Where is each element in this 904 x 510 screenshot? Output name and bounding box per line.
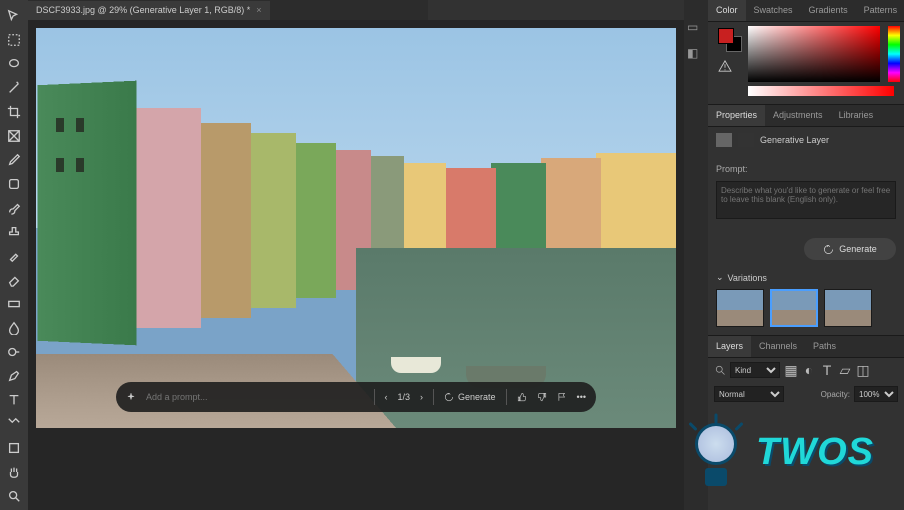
gradient-tool[interactable] [4, 294, 24, 314]
hand-tool[interactable] [4, 462, 24, 482]
tab-adjustments[interactable]: Adjustments [765, 105, 831, 126]
hue-slider[interactable] [888, 26, 900, 82]
layer-name: Generative Layer [760, 135, 829, 145]
crop-tool[interactable] [4, 102, 24, 122]
brush-tool[interactable] [4, 198, 24, 218]
prompt-textarea[interactable] [716, 181, 896, 219]
variations-section: ⌄Variations [708, 268, 904, 335]
sparkle-icon [126, 392, 136, 402]
zoom-tool[interactable] [4, 486, 24, 506]
filter-shape-icon[interactable]: ▱ [838, 363, 852, 377]
pen-tool[interactable] [4, 366, 24, 386]
tab-paths[interactable]: Paths [805, 336, 844, 357]
layer-info: Generative Layer [708, 127, 904, 153]
generate-button-panel[interactable]: Generate [804, 238, 896, 260]
watermark-text: TWOS [756, 431, 874, 474]
pager-count: 1/3 [398, 392, 411, 402]
layer-filter-row: Kind ▦ ◐ T ▱ ◫ [708, 358, 904, 382]
document-tab[interactable]: DSCF3933.jpg @ 29% (Generative Layer 1, … [28, 1, 270, 21]
tab-color[interactable]: Color [708, 0, 746, 21]
path-tool[interactable] [4, 414, 24, 434]
flag-icon[interactable] [557, 392, 567, 402]
tab-swatches[interactable]: Swatches [746, 0, 801, 21]
color-field[interactable] [748, 26, 880, 82]
history-brush-tool[interactable] [4, 246, 24, 266]
eraser-tool[interactable] [4, 270, 24, 290]
prompt-input[interactable] [146, 392, 364, 402]
watermark: TWOS [686, 415, 874, 490]
more-icon[interactable]: ••• [577, 392, 586, 402]
tab-layers[interactable]: Layers [708, 336, 751, 357]
pager-next[interactable]: › [420, 392, 423, 402]
lasso-tool[interactable] [4, 54, 24, 74]
color-panel-tabs: Color Swatches Gradients Patterns [708, 0, 904, 22]
eyedropper-tool[interactable] [4, 150, 24, 170]
generative-prompt-bar: ‹ 1/3 › Generate ••• [116, 382, 596, 412]
tab-gradients[interactable]: Gradients [801, 0, 856, 21]
left-toolbar [0, 0, 28, 510]
filter-smart-icon[interactable]: ◫ [856, 363, 870, 377]
shape-tool[interactable] [4, 438, 24, 458]
filter-pixel-icon[interactable]: ▦ [784, 363, 798, 377]
generate-button[interactable]: Generate [444, 392, 496, 402]
generate-label: Generate [458, 392, 496, 402]
move-tool[interactable] [4, 6, 24, 26]
layer-thumb-icon [716, 133, 732, 147]
color-ramp[interactable] [748, 86, 894, 96]
document-tab-label: DSCF3933.jpg @ 29% (Generative Layer 1, … [36, 5, 250, 15]
prompt-label: Prompt: [716, 164, 748, 174]
dodge-tool[interactable] [4, 342, 24, 362]
variation-thumb-3[interactable] [824, 289, 872, 327]
layer-mask-icon [738, 133, 754, 147]
type-tool[interactable] [4, 390, 24, 410]
color-panel: Color Swatches Gradients Patterns [708, 0, 904, 104]
tab-libraries[interactable]: Libraries [831, 105, 882, 126]
document-tab-bar: DSCF3933.jpg @ 29% (Generative Layer 1, … [28, 0, 428, 20]
tab-properties[interactable]: Properties [708, 105, 765, 126]
panel-icon-1[interactable]: ▭ [687, 20, 705, 38]
opacity-label: Opacity: [821, 390, 850, 399]
filter-type-icon[interactable]: T [820, 363, 834, 377]
pager-prev[interactable]: ‹ [385, 392, 388, 402]
frame-tool[interactable] [4, 126, 24, 146]
properties-panel: Properties Adjustments Libraries Generat… [708, 104, 904, 335]
tab-channels[interactable]: Channels [751, 336, 805, 357]
opacity-select[interactable]: 100% [854, 386, 898, 402]
blend-opacity-row: Normal Opacity: 100% [708, 382, 904, 406]
close-icon[interactable]: × [256, 5, 261, 15]
filter-adjust-icon[interactable]: ◐ [802, 363, 816, 377]
variation-thumb-2[interactable] [770, 289, 818, 327]
search-icon [714, 364, 726, 376]
properties-panel-tabs: Properties Adjustments Libraries [708, 105, 904, 127]
blend-mode-select[interactable]: Normal [714, 386, 784, 402]
foreground-swatch[interactable] [718, 28, 734, 44]
chevron-down-icon: ⌄ [716, 272, 724, 283]
tab-patterns[interactable]: Patterns [856, 0, 904, 21]
layers-panel: Layers Channels Paths Kind ▦ ◐ T ▱ ◫ Nor… [708, 335, 904, 406]
layer-filter-kind[interactable]: Kind [730, 362, 780, 378]
canvas[interactable]: ‹ 1/3 › Generate ••• [36, 28, 676, 428]
gamut-warning-icon[interactable] [718, 60, 732, 72]
canvas-area: ‹ 1/3 › Generate ••• [28, 20, 684, 510]
variation-thumb-1[interactable] [716, 289, 764, 327]
thumbs-down-icon[interactable] [537, 392, 547, 402]
wand-tool[interactable] [4, 78, 24, 98]
variations-label[interactable]: ⌄Variations [716, 272, 896, 283]
generate-button-label: Generate [839, 244, 877, 254]
panel-icon-2[interactable]: ◧ [687, 46, 705, 64]
prompt-section: Prompt: [708, 153, 904, 230]
heal-tool[interactable] [4, 174, 24, 194]
marquee-tool[interactable] [4, 30, 24, 50]
thumbs-up-icon[interactable] [517, 392, 527, 402]
blur-tool[interactable] [4, 318, 24, 338]
stamp-tool[interactable] [4, 222, 24, 242]
layers-panel-tabs: Layers Channels Paths [708, 336, 904, 358]
lightbulb-icon [686, 415, 746, 490]
